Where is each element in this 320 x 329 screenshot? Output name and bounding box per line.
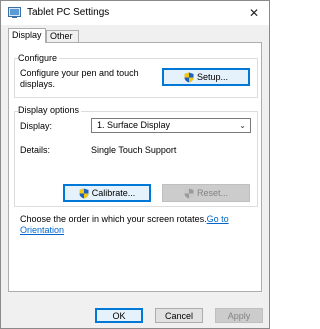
reset-button[interactable]: Reset...: [162, 184, 250, 202]
tablet-pc-settings-window: Tablet PC Settings ✕ Display Other Confi…: [0, 0, 270, 329]
configure-description: Configure your pen and touch displays.: [20, 68, 139, 89]
uac-shield-icon: [184, 72, 194, 82]
close-icon[interactable]: ✕: [246, 5, 262, 21]
tab-other[interactable]: Other: [46, 30, 79, 42]
display-select[interactable]: 1. Surface Display ⌄: [91, 118, 251, 133]
tablet-icon: [8, 7, 21, 18]
details-value: Single Touch Support: [91, 145, 177, 155]
chevron-down-icon: ⌄: [239, 121, 246, 130]
window-title: Tablet PC Settings: [27, 7, 110, 18]
display-select-value: 1. Surface Display: [97, 120, 171, 130]
configure-group-title: Configure: [18, 53, 60, 63]
setup-button[interactable]: Setup...: [162, 68, 250, 86]
orientation-description: Choose the order in which your screen ro…: [20, 214, 207, 224]
calibrate-button-label: Calibrate...: [91, 188, 136, 198]
tab-display[interactable]: Display: [8, 28, 46, 43]
orientation-text: Choose the order in which your screen ro…: [20, 214, 256, 236]
reset-button-label: Reset...: [196, 188, 228, 198]
uac-shield-icon: [184, 188, 194, 198]
go-to-orientation-link[interactable]: Go to: [207, 214, 229, 224]
go-to-orientation-link-cont[interactable]: Orientation: [20, 225, 64, 235]
cancel-button[interactable]: Cancel: [155, 308, 203, 323]
title-bar: Tablet PC Settings ✕: [1, 1, 269, 25]
display-options-group-title: Display options: [18, 105, 82, 115]
details-label: Details:: [20, 145, 51, 155]
apply-button[interactable]: Apply: [215, 308, 263, 323]
uac-shield-icon: [79, 188, 89, 198]
ok-button[interactable]: OK: [95, 308, 143, 323]
calibrate-button[interactable]: Calibrate...: [63, 184, 151, 202]
setup-button-label: Setup...: [196, 72, 229, 82]
display-label: Display:: [20, 121, 53, 131]
display-tab-panel: Configure Configure your pen and touch d…: [8, 42, 262, 292]
